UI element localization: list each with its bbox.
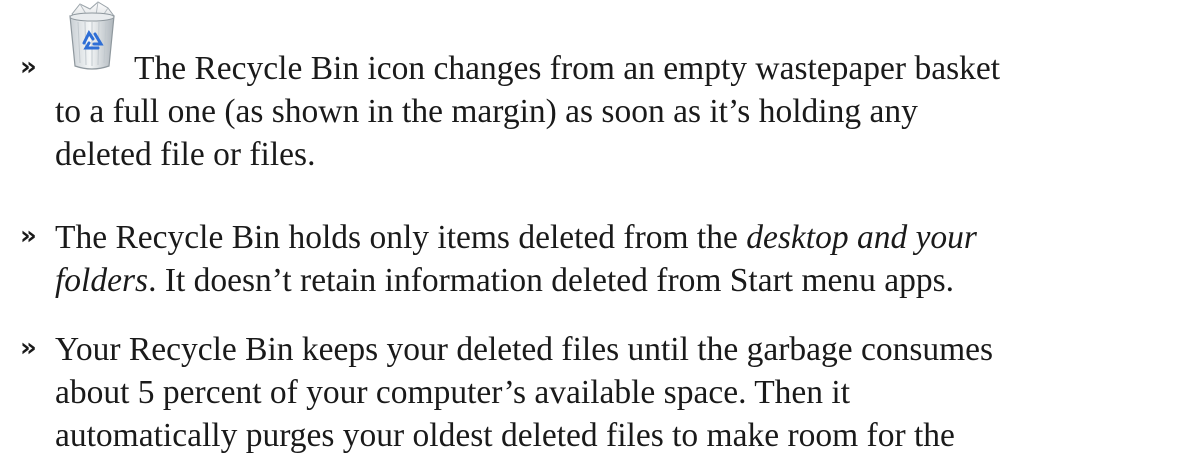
item-line: about 5 percent of your computer’s avail…	[55, 374, 851, 411]
text-run: The Recycle Bin holds only items deleted…	[55, 219, 747, 256]
item-line: The Recycle Bin icon changes from an emp…	[134, 50, 1001, 87]
item-text: The Recycle Bin icon changes from an emp…	[134, 47, 1182, 90]
emphasis-text: folders	[55, 262, 149, 299]
item-text-continued: to a full one (as shown in the margin) a…	[55, 90, 1175, 176]
emphasis-text: desktop and your	[746, 219, 977, 256]
item-line: Your Recycle Bin keeps your deleted file…	[55, 331, 994, 368]
text-run: . It doesn’t retain information deleted …	[148, 262, 955, 299]
item-line: The Recycle Bin holds only items deleted…	[55, 216, 1175, 259]
item-text: Your Recycle Bin keeps your deleted file…	[55, 328, 1175, 457]
bullet-marker: »	[20, 333, 37, 363]
item-line: automatically purges your oldest deleted…	[55, 417, 955, 454]
recycle-bin-full-icon	[69, 1, 115, 70]
bullet-marker: »	[20, 221, 37, 251]
item-line: folders. It doesn’t retain information d…	[55, 259, 1175, 302]
item-line: deleted file or files.	[55, 136, 316, 173]
bullet-marker: »	[20, 52, 37, 82]
item-line: to a full one (as shown in the margin) a…	[55, 93, 918, 130]
item-text: The Recycle Bin holds only items deleted…	[55, 216, 1175, 302]
